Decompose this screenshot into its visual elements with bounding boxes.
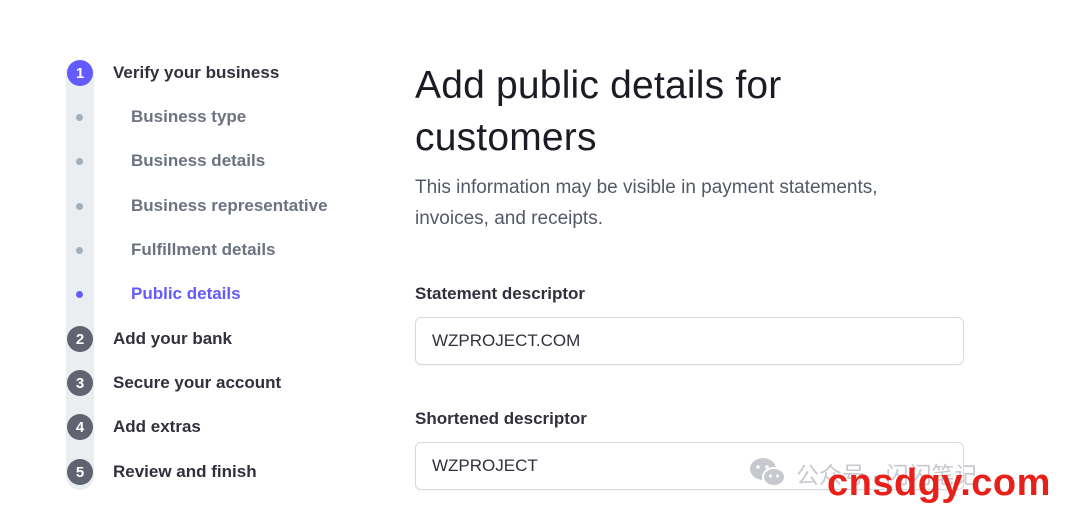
substep-dot <box>76 157 83 165</box>
step-number-badge: 4 <box>67 414 93 440</box>
step-add-extras[interactable]: 4 Add extras <box>66 413 201 441</box>
substep-fulfillment-details[interactable]: Fulfillment details <box>66 236 366 264</box>
wechat-icon <box>750 458 786 487</box>
substep-dot <box>76 202 83 210</box>
statement-descriptor-input[interactable] <box>415 317 964 365</box>
substep-label-active: Public details <box>131 284 241 303</box>
shortened-descriptor-label: Shortened descriptor <box>415 409 587 428</box>
statement-descriptor-label: Statement descriptor <box>415 284 586 303</box>
step-label: Review and finish <box>113 462 257 481</box>
step-add-bank[interactable]: 2 Add your bank <box>66 325 232 353</box>
step-number-badge: 3 <box>67 370 93 396</box>
step-secure-account[interactable]: 3 Secure your account <box>66 369 281 397</box>
substep-business-representative[interactable]: Business representative <box>66 192 366 220</box>
substep-dot-active <box>76 290 83 298</box>
step-label: Verify your business <box>113 63 280 82</box>
step-verify-business[interactable]: 1 Verify your business <box>66 59 279 87</box>
substep-label: Fulfillment details <box>131 240 276 259</box>
step-label: Secure your account <box>113 373 282 392</box>
substep-business-type[interactable]: Business type <box>66 103 366 131</box>
step-number-badge: 1 <box>67 60 93 86</box>
page-subtitle: This information may be visible in payme… <box>415 177 878 229</box>
site-watermark: cnsdgy.com <box>827 462 1051 504</box>
step-number-badge: 2 <box>67 326 93 352</box>
substep-label: Business details <box>131 151 266 170</box>
page-title: Add public details for customers <box>415 64 782 159</box>
substep-business-details[interactable]: Business details <box>66 147 366 175</box>
step-review-finish[interactable]: 5 Review and finish <box>66 458 257 486</box>
step-label: Add extras <box>113 417 201 436</box>
substep-dot <box>76 113 83 121</box>
substep-dot <box>76 246 83 254</box>
step-label: Add your bank <box>113 329 233 348</box>
substep-label: Business representative <box>131 196 328 215</box>
substep-label: Business type <box>131 107 247 126</box>
substep-public-details[interactable]: Public details <box>66 280 366 308</box>
step-number-badge: 5 <box>67 459 93 485</box>
